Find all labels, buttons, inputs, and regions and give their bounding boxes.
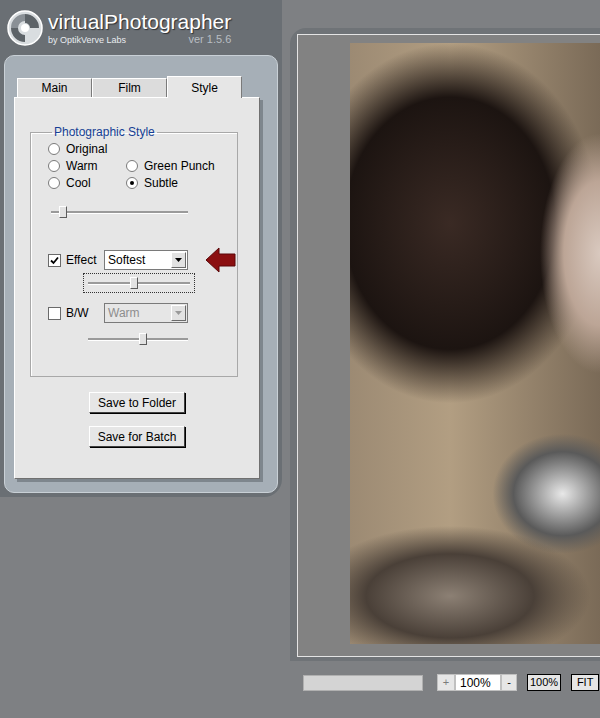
- logo-swirl-icon: [6, 9, 44, 47]
- zoom-field[interactable]: 100%: [455, 674, 501, 691]
- effect-checkbox[interactable]: Effect: [48, 253, 104, 267]
- radio-label: Green Punch: [144, 159, 215, 173]
- radio-label: Subtle: [144, 176, 178, 190]
- style-radio[interactable]: Warm: [48, 158, 126, 173]
- app-title: virtualPhotographer: [48, 11, 231, 32]
- photographic-style-group: Photographic Style Original Warm Green Punc…: [30, 125, 238, 377]
- radio-button[interactable]: [126, 160, 138, 172]
- button-stack: Save to Folder Save for Batch: [30, 392, 244, 447]
- save-button[interactable]: Save for Batch: [89, 426, 185, 447]
- radio-label: Original: [66, 142, 107, 156]
- tab[interactable]: Main: [17, 78, 92, 97]
- dropdown-button[interactable]: [171, 252, 186, 268]
- zoom-out-button[interactable]: -: [501, 674, 517, 691]
- slider-track[interactable]: [88, 282, 190, 285]
- control-panel: MainFilmStyle Photographic Style Original W…: [4, 55, 278, 493]
- logo-texts: virtualPhotographer by OptikVerve Labs ver…: [48, 11, 231, 45]
- dropdown-button: [171, 305, 186, 321]
- group-title: Photographic Style: [52, 125, 157, 139]
- radio-dot: [130, 181, 134, 185]
- effect-row: Effect Softest: [48, 250, 227, 270]
- radio-label: Cool: [66, 176, 91, 190]
- zoom-bar: +100%-100% FIT: [290, 674, 600, 691]
- fit-button[interactable]: FIT: [571, 674, 599, 691]
- effect-dropdown[interactable]: Softest: [104, 250, 188, 270]
- preview-frame: [297, 34, 600, 657]
- checkbox-label: B/W: [66, 306, 89, 320]
- dropdown-value: Warm: [108, 306, 140, 320]
- slider-track[interactable]: [51, 211, 188, 214]
- actual-size-button[interactable]: 100%: [527, 674, 561, 691]
- slider-thumb[interactable]: [59, 206, 67, 218]
- save-button[interactable]: Save to Folder: [89, 392, 185, 413]
- bw-checkbox[interactable]: B/W: [48, 306, 104, 320]
- dropdown-value: Softest: [108, 253, 145, 267]
- tab[interactable]: Film: [92, 78, 167, 97]
- dropdown-arrow-icon: [175, 258, 182, 262]
- checkbox-label: Effect: [66, 253, 96, 267]
- slider-thumb[interactable]: [139, 333, 147, 345]
- zoom-in-button[interactable]: +: [437, 674, 455, 691]
- logo-sub-row: by OptikVerve Labs ver 1.5.6: [48, 34, 231, 45]
- slider-thumb[interactable]: [130, 277, 138, 289]
- tab-body: Photographic Style Original Warm Green Punc…: [14, 97, 260, 479]
- left-column: virtualPhotographer by OptikVerve Labs ver…: [0, 0, 290, 718]
- style-radio[interactable]: Cool: [48, 175, 126, 190]
- preview-photo: [350, 43, 600, 644]
- slider-track[interactable]: [88, 338, 188, 341]
- bw-slider[interactable]: [83, 329, 193, 349]
- bw-row: B/W Warm: [48, 303, 227, 323]
- checkbox[interactable]: [48, 254, 61, 267]
- effect-slider[interactable]: [83, 273, 195, 293]
- app-version: ver 1.5.6: [188, 34, 231, 45]
- radio-button[interactable]: [126, 177, 138, 189]
- checkmark-icon: [50, 256, 59, 265]
- style-slider[interactable]: [46, 202, 193, 222]
- logo: virtualPhotographer by OptikVerve Labs ver…: [4, 0, 278, 55]
- radio-label: Warm: [66, 159, 98, 173]
- red-arrow-icon: [205, 246, 236, 274]
- tab-row: MainFilmStyle: [14, 75, 277, 97]
- app-subtitle: by OptikVerve Labs: [48, 36, 126, 45]
- checkbox[interactable]: [48, 307, 61, 320]
- style-radio[interactable]: Original: [48, 141, 227, 156]
- bw-dropdown: Warm: [104, 303, 188, 323]
- style-radio[interactable]: Green Punch: [126, 158, 227, 173]
- radio-button[interactable]: [48, 160, 60, 172]
- tab[interactable]: Style: [167, 76, 242, 98]
- radio-button[interactable]: [48, 143, 60, 155]
- style-radio[interactable]: Subtle: [126, 175, 227, 190]
- progress-bar: [303, 675, 423, 691]
- app-window: virtualPhotographer by OptikVerve Labs ver…: [0, 0, 600, 718]
- style-options: Original Warm Green Punch Cool Subtle: [48, 141, 227, 190]
- preview-column: +100%-100% FIT: [290, 0, 600, 718]
- control-shell: virtualPhotographer by OptikVerve Labs ver…: [0, 0, 282, 497]
- dropdown-arrow-icon: [175, 311, 182, 315]
- radio-button[interactable]: [48, 177, 60, 189]
- preview-shell: [290, 28, 600, 661]
